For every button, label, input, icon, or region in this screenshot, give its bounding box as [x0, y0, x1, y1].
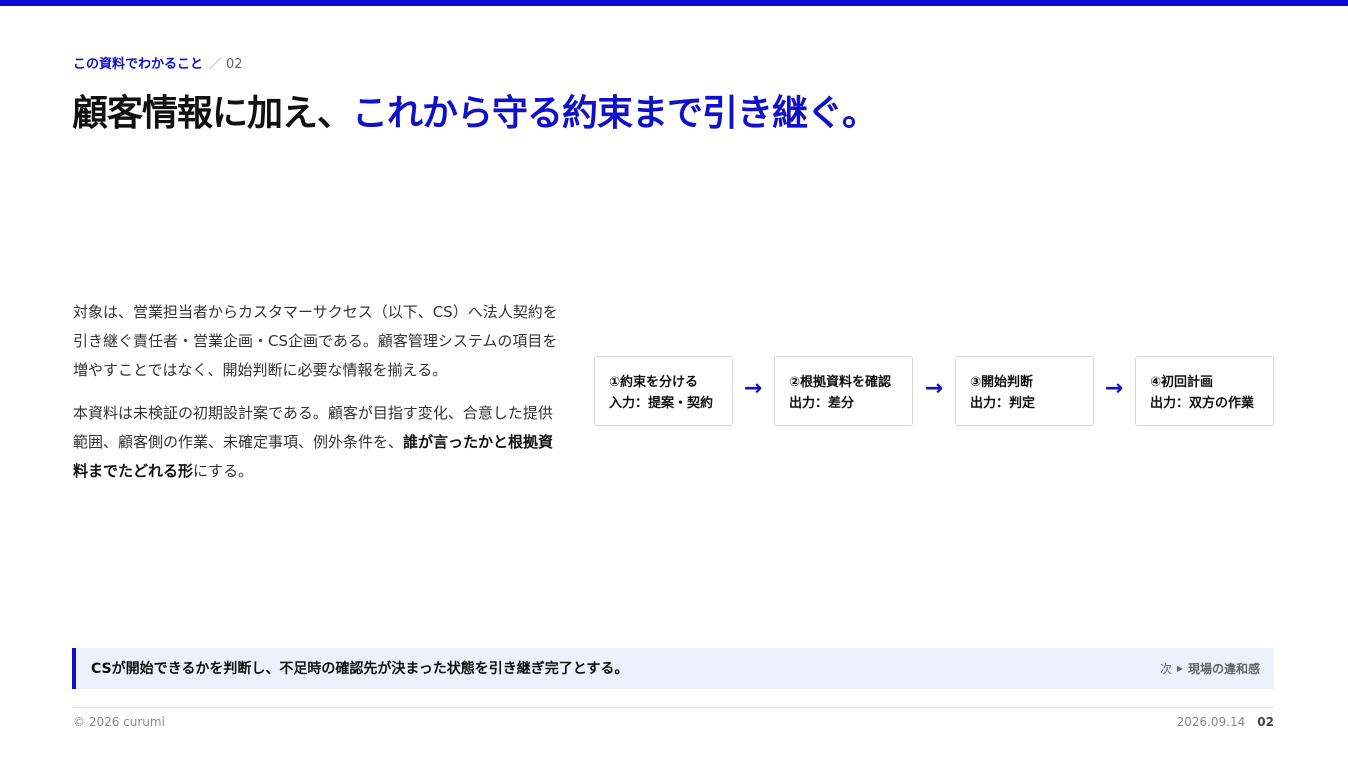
eyebrow-label: この資料でわかること	[73, 57, 204, 72]
arrow-right-icon: →	[1104, 376, 1124, 401]
arrow-right-icon: →	[924, 376, 944, 401]
step-detail: 出力：差分	[789, 396, 855, 411]
footer-meta: 2026.09.14 02	[1177, 715, 1274, 729]
page-title: 顧客情報に加え、これから守る約束まで引き継ぐ。	[72, 84, 878, 136]
footer-divider	[72, 707, 1274, 708]
footer-date: 2026.09.14	[1176, 715, 1246, 729]
next-label: 現場の違和感	[1187, 662, 1260, 676]
step-detail: 出力：双方の作業	[1150, 396, 1255, 411]
title-accent: これから守る約束まで引き継ぐ。	[352, 93, 878, 134]
flow-step-3: ③開始判断 出力：判定	[955, 356, 1094, 426]
step-detail: 出力：判定	[970, 396, 1036, 411]
next-prefix: 次	[1159, 662, 1172, 676]
step-title: ③開始判断	[970, 375, 1034, 390]
next-section-link[interactable]: 次 ▶ 現場の違和感	[1160, 660, 1260, 677]
body-paragraph-2: 本資料は未検証の初期設計案である。顧客が目指す変化、合意した提供範囲、顧客側の作…	[73, 399, 563, 486]
step-title: ①約束を分ける	[609, 375, 699, 390]
eyebrow-separator: ／	[209, 57, 223, 72]
process-flow: ①約束を分ける 入力：提案・契約 → ②根拠資料を確認 出力：差分 → ③開始判…	[594, 356, 1274, 426]
body-paragraph-1: 対象は、営業担当者からカスタマーサクセス（以下、CS）へ法人契約を引き継ぐ責任者…	[73, 303, 558, 379]
top-accent-bar	[0, 0, 1348, 6]
copyright: © 2026 curumi	[73, 715, 165, 729]
body-text: 対象は、営業担当者からカスタマーサクセス（以下、CS）へ法人契約を引き継ぐ責任者…	[73, 298, 563, 500]
step-title: ④初回計画	[1150, 375, 1214, 390]
step-detail: 入力：提案・契約	[609, 396, 714, 411]
eyebrow-number: 02	[226, 57, 243, 72]
flow-step-2: ②根拠資料を確認 出力：差分	[774, 356, 913, 426]
p2-tail: にする。	[193, 462, 254, 480]
summary-callout: CSが開始できるかを判断し、不足時の確認先が決まった状態を引き継ぎ完了とする。 …	[72, 648, 1274, 689]
arrow-right-icon: →	[743, 376, 763, 401]
title-plain: 顧客情報に加え、	[72, 93, 353, 134]
flow-step-1: ①約束を分ける 入力：提案・契約	[594, 356, 733, 426]
step-title: ②根拠資料を確認	[789, 375, 892, 390]
page-number: 02	[1257, 715, 1274, 729]
triangle-right-icon: ▶	[1176, 664, 1183, 673]
section-eyebrow: この資料でわかること ／ 02	[73, 53, 243, 72]
flow-step-4: ④初回計画 出力：双方の作業	[1135, 356, 1274, 426]
summary-text: CSが開始できるかを判断し、不足時の確認先が決まった状態を引き継ぎ完了とする。	[91, 661, 629, 677]
